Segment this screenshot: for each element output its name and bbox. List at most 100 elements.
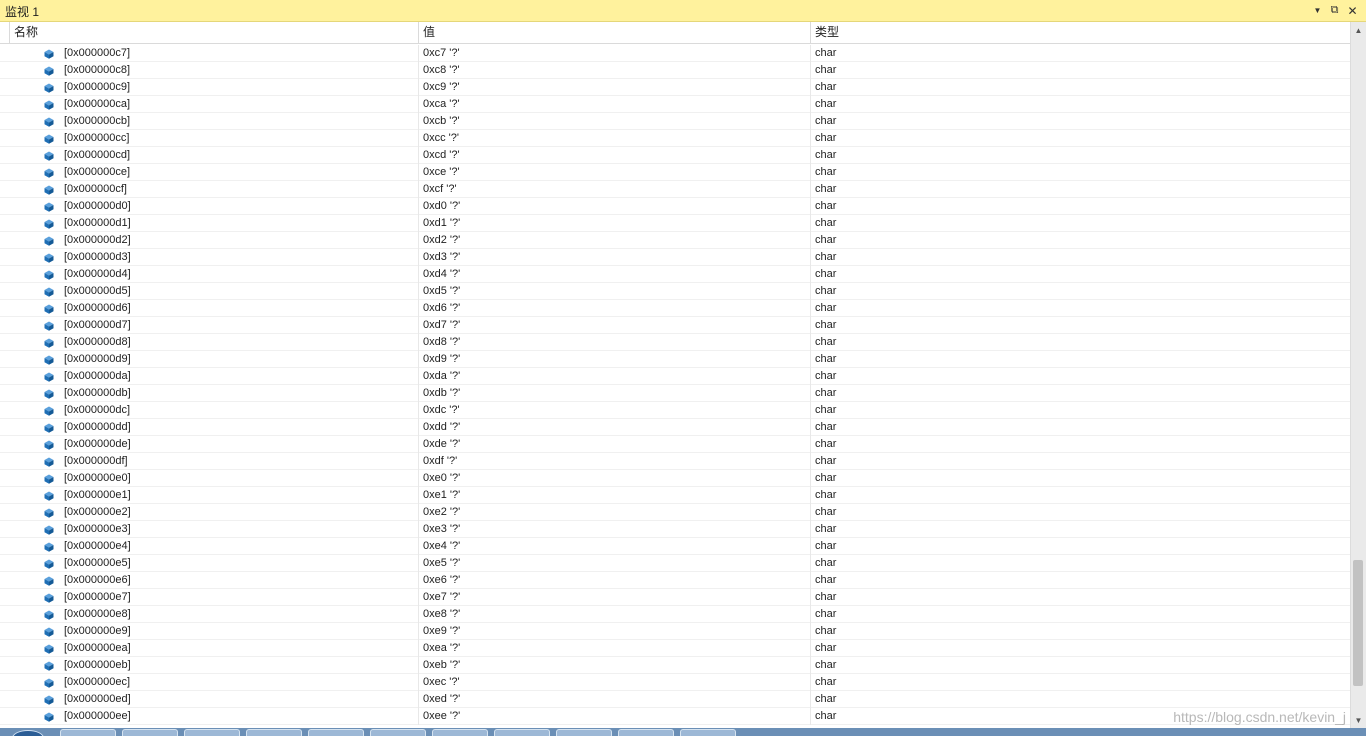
- row-value[interactable]: 0xd7 '?': [423, 317, 807, 333]
- table-row[interactable]: [0x000000e5] 0xe5 '?' char: [0, 555, 1350, 572]
- row-value[interactable]: 0xce '?': [423, 164, 807, 180]
- taskbar-item[interactable]: [494, 729, 550, 736]
- row-value[interactable]: 0xdd '?': [423, 419, 807, 435]
- float-window-icon[interactable]: ⧉: [1327, 3, 1342, 18]
- table-row[interactable]: [0x000000cf] 0xcf '?' char: [0, 181, 1350, 198]
- table-row[interactable]: [0x000000dd] 0xdd '?' char: [0, 419, 1350, 436]
- row-value[interactable]: 0xde '?': [423, 436, 807, 452]
- row-value[interactable]: 0xe8 '?': [423, 606, 807, 622]
- vertical-scrollbar[interactable]: ▲ ▼: [1350, 22, 1366, 728]
- row-value[interactable]: 0xe1 '?': [423, 487, 807, 503]
- row-value[interactable]: 0xea '?': [423, 640, 807, 656]
- table-row[interactable]: [0x000000d6] 0xd6 '?' char: [0, 300, 1350, 317]
- row-value[interactable]: 0xee '?': [423, 708, 807, 724]
- table-row[interactable]: [0x000000ca] 0xca '?' char: [0, 96, 1350, 113]
- scroll-down-icon[interactable]: ▼: [1351, 712, 1366, 728]
- taskbar-item[interactable]: [122, 729, 178, 736]
- table-row[interactable]: [0x000000e7] 0xe7 '?' char: [0, 589, 1350, 606]
- table-row[interactable]: [0x000000e4] 0xe4 '?' char: [0, 538, 1350, 555]
- row-value[interactable]: 0xda '?': [423, 368, 807, 384]
- table-row[interactable]: [0x000000e2] 0xe2 '?' char: [0, 504, 1350, 521]
- taskbar-item[interactable]: [60, 729, 116, 736]
- row-value[interactable]: 0xe9 '?': [423, 623, 807, 639]
- row-value[interactable]: 0xd5 '?': [423, 283, 807, 299]
- watch-titlebar[interactable]: 监视 1 ▼ ⧉ ✕: [0, 0, 1366, 22]
- row-value[interactable]: 0xc8 '?': [423, 62, 807, 78]
- table-row[interactable]: [0x000000e0] 0xe0 '?' char: [0, 470, 1350, 487]
- table-row[interactable]: [0x000000ee] 0xee '?' char: [0, 708, 1350, 725]
- row-value[interactable]: 0xd2 '?': [423, 232, 807, 248]
- row-value[interactable]: 0xdc '?': [423, 402, 807, 418]
- row-value[interactable]: 0xd0 '?': [423, 198, 807, 214]
- table-row[interactable]: [0x000000c9] 0xc9 '?' char: [0, 79, 1350, 96]
- table-row[interactable]: [0x000000d8] 0xd8 '?' char: [0, 334, 1350, 351]
- scroll-up-icon[interactable]: ▲: [1351, 22, 1366, 38]
- row-value[interactable]: 0xe5 '?': [423, 555, 807, 571]
- table-row[interactable]: [0x000000cb] 0xcb '?' char: [0, 113, 1350, 130]
- row-value[interactable]: 0xcb '?': [423, 113, 807, 129]
- table-row[interactable]: [0x000000ea] 0xea '?' char: [0, 640, 1350, 657]
- table-row[interactable]: [0x000000d4] 0xd4 '?' char: [0, 266, 1350, 283]
- taskbar-item[interactable]: [246, 729, 302, 736]
- table-row[interactable]: [0x000000c7] 0xc7 '?' char: [0, 45, 1350, 62]
- row-value[interactable]: 0xd1 '?': [423, 215, 807, 231]
- row-value[interactable]: 0xec '?': [423, 674, 807, 690]
- row-value[interactable]: 0xd3 '?': [423, 249, 807, 265]
- table-row[interactable]: [0x000000d1] 0xd1 '?' char: [0, 215, 1350, 232]
- taskbar-item[interactable]: [432, 729, 488, 736]
- table-row[interactable]: [0x000000ce] 0xce '?' char: [0, 164, 1350, 181]
- table-row[interactable]: [0x000000d0] 0xd0 '?' char: [0, 198, 1350, 215]
- row-value[interactable]: 0xdb '?': [423, 385, 807, 401]
- row-value[interactable]: 0xed '?': [423, 691, 807, 707]
- table-row[interactable]: [0x000000ed] 0xed '?' char: [0, 691, 1350, 708]
- table-row[interactable]: [0x000000ec] 0xec '?' char: [0, 674, 1350, 691]
- table-row[interactable]: [0x000000d2] 0xd2 '?' char: [0, 232, 1350, 249]
- row-value[interactable]: 0xd4 '?': [423, 266, 807, 282]
- table-row[interactable]: [0x000000de] 0xde '?' char: [0, 436, 1350, 453]
- table-row[interactable]: [0x000000e3] 0xe3 '?' char: [0, 521, 1350, 538]
- row-value[interactable]: 0xc9 '?': [423, 79, 807, 95]
- taskbar-item[interactable]: [556, 729, 612, 736]
- row-value[interactable]: 0xe3 '?': [423, 521, 807, 537]
- row-value[interactable]: 0xc7 '?': [423, 45, 807, 61]
- table-row[interactable]: [0x000000df] 0xdf '?' char: [0, 453, 1350, 470]
- close-icon[interactable]: ✕: [1345, 3, 1360, 18]
- table-row[interactable]: [0x000000eb] 0xeb '?' char: [0, 657, 1350, 674]
- table-row[interactable]: [0x000000cd] 0xcd '?' char: [0, 147, 1350, 164]
- dropdown-icon[interactable]: ▼: [1310, 3, 1325, 18]
- row-value[interactable]: 0xcf '?': [423, 181, 807, 197]
- table-row[interactable]: [0x000000cc] 0xcc '?' char: [0, 130, 1350, 147]
- row-value[interactable]: 0xe6 '?': [423, 572, 807, 588]
- table-row[interactable]: [0x000000da] 0xda '?' char: [0, 368, 1350, 385]
- column-header-value[interactable]: 值: [419, 22, 811, 43]
- row-value[interactable]: 0xdf '?': [423, 453, 807, 469]
- taskbar-item[interactable]: [308, 729, 364, 736]
- table-row[interactable]: [0x000000d3] 0xd3 '?' char: [0, 249, 1350, 266]
- row-value[interactable]: 0xeb '?': [423, 657, 807, 673]
- taskbar-item[interactable]: [184, 729, 240, 736]
- table-row[interactable]: [0x000000db] 0xdb '?' char: [0, 385, 1350, 402]
- row-value[interactable]: 0xca '?': [423, 96, 807, 112]
- table-row[interactable]: [0x000000dc] 0xdc '?' char: [0, 402, 1350, 419]
- column-header-name[interactable]: 名称: [9, 22, 419, 43]
- row-value[interactable]: 0xe7 '?': [423, 589, 807, 605]
- row-value[interactable]: 0xcd '?': [423, 147, 807, 163]
- scrollbar-thumb[interactable]: [1353, 560, 1363, 686]
- table-row[interactable]: [0x000000d7] 0xd7 '?' char: [0, 317, 1350, 334]
- taskbar-item[interactable]: [618, 729, 674, 736]
- row-value[interactable]: 0xcc '?': [423, 130, 807, 146]
- table-row[interactable]: [0x000000e1] 0xe1 '?' char: [0, 487, 1350, 504]
- row-value[interactable]: 0xd9 '?': [423, 351, 807, 367]
- row-value[interactable]: 0xe2 '?': [423, 504, 807, 520]
- start-button[interactable]: [12, 730, 44, 736]
- column-header-type[interactable]: 类型: [811, 22, 1350, 43]
- table-row[interactable]: [0x000000e8] 0xe8 '?' char: [0, 606, 1350, 623]
- row-value[interactable]: 0xd8 '?': [423, 334, 807, 350]
- table-row[interactable]: [0x000000e9] 0xe9 '?' char: [0, 623, 1350, 640]
- row-value[interactable]: 0xe0 '?': [423, 470, 807, 486]
- table-row[interactable]: [0x000000e6] 0xe6 '?' char: [0, 572, 1350, 589]
- row-value[interactable]: 0xe4 '?': [423, 538, 807, 554]
- table-row[interactable]: [0x000000d9] 0xd9 '?' char: [0, 351, 1350, 368]
- taskbar-item[interactable]: [680, 729, 736, 736]
- table-row[interactable]: [0x000000c8] 0xc8 '?' char: [0, 62, 1350, 79]
